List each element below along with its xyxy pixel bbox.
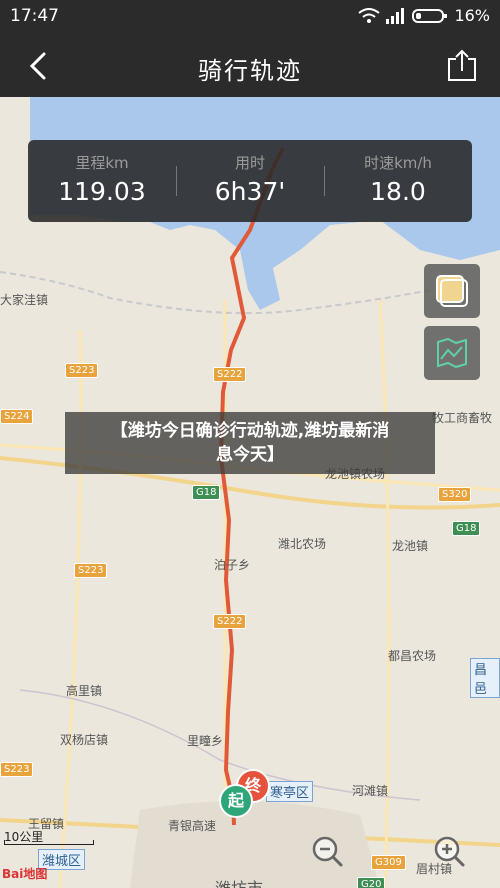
start-marker: 起 (219, 784, 253, 818)
road-shield: S222 (213, 614, 247, 629)
map-label: 潍坊市 (215, 875, 263, 888)
banner-line-2: 息今天】 (216, 445, 284, 465)
map-label: 泊子乡 (214, 558, 251, 572)
stat-duration: 用时 6h37' (176, 140, 324, 222)
baidu-logo-text: Bai地图 (2, 867, 48, 881)
scale-bar (4, 840, 94, 845)
speed-value: 18.0 (370, 177, 426, 206)
speed-label: 时速km/h (364, 154, 432, 172)
road-shield: S223 (65, 363, 99, 378)
map-label: 大家洼镇 (0, 293, 49, 307)
signal-icon (386, 7, 405, 24)
road-shield: S223 (74, 563, 108, 578)
page-title: 骑行轨迹 (198, 57, 302, 85)
district-hanting: 寒亭区 (266, 781, 314, 802)
map-label: 龙池镇 (392, 539, 429, 553)
road-shield: G18 (192, 485, 221, 500)
status-time: 17:47 (10, 6, 59, 26)
map-label: 潍北农场 (278, 537, 327, 551)
map-label: 高里镇 (66, 684, 103, 698)
status-bar: 17:47 16% (0, 0, 500, 35)
map-label: 青银高速 (168, 819, 217, 833)
ride-stats-panel: 里程km 119.03 用时 6h37' 时速km/h 18.0 (28, 140, 472, 222)
baidu-logo: Bai地图 (2, 865, 47, 882)
banner-line-1: 【潍坊今日确诊行动轨迹,潍坊最新消 (110, 421, 390, 441)
zoom-in-icon[interactable] (432, 834, 466, 868)
map-label: 都昌农场 (388, 649, 437, 663)
battery-percent: 16% (454, 6, 490, 25)
road-shield: S320 (438, 487, 472, 502)
wifi-icon (358, 7, 381, 23)
status-icons: 16% (358, 6, 490, 25)
duration-value: 6h37' (214, 177, 286, 206)
battery-icon (412, 8, 448, 23)
map-label: 河滩镇 (352, 784, 389, 798)
road-shield: G309 (371, 855, 406, 870)
map-trail-icon (437, 337, 467, 369)
stat-speed: 时速km/h 18.0 (324, 140, 472, 222)
distance-value: 119.03 (58, 177, 146, 206)
duration-label: 用时 (234, 154, 265, 172)
road-shield: G18 (452, 521, 481, 536)
zoom-out-icon[interactable] (310, 834, 344, 868)
map-label: 双杨店镇 (60, 733, 109, 747)
road-shield: S224 (0, 409, 34, 424)
map-layers-button[interactable] (424, 264, 480, 318)
map-label: 牧工商畜牧 (432, 411, 493, 425)
district-changyi: 昌邑 (470, 658, 500, 698)
road-shield: S222 (213, 367, 247, 382)
app-bar: 骑行轨迹 (0, 35, 500, 97)
map-label: 里疃乡 (187, 734, 224, 748)
news-banner[interactable]: 【潍坊今日确诊行动轨迹,潍坊最新消 息今天】 (65, 412, 435, 474)
layers-icon (436, 275, 468, 307)
map-trail-button[interactable] (424, 326, 480, 380)
road-shield: G20 (357, 877, 386, 888)
stat-distance: 里程km 119.03 (28, 140, 176, 222)
distance-label: 里程km (75, 154, 129, 172)
start-marker-label: 起 (227, 791, 244, 810)
road-shield: S223 (0, 762, 34, 777)
share-icon[interactable] (446, 49, 478, 83)
